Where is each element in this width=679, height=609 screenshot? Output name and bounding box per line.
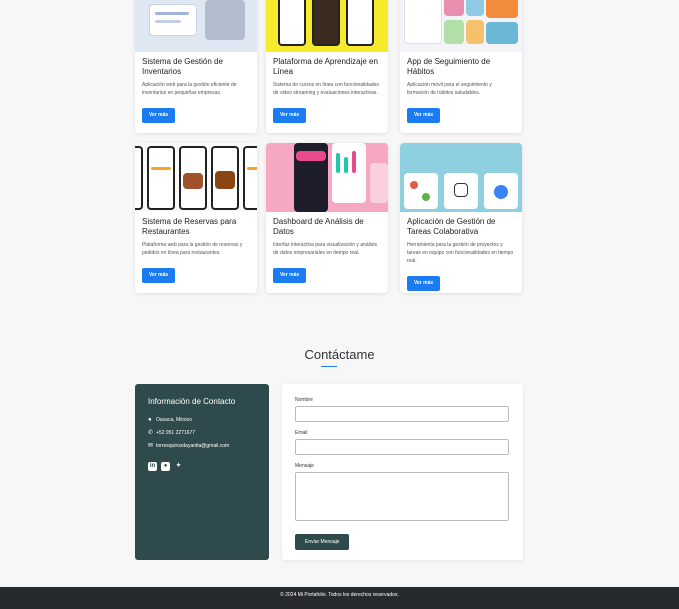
- footer-copyright: © 2024 Mi Portafolio. Todos los derechos…: [280, 592, 399, 598]
- project-thumbnail: [135, 143, 257, 212]
- name-label: Nombre: [295, 397, 313, 403]
- project-card: Dashboard de Análisis de Datos Interfaz …: [266, 143, 388, 293]
- email-field[interactable]: [295, 439, 509, 455]
- view-more-button[interactable]: Ver más: [142, 108, 176, 123]
- contact-email: ✉ torresquirozdayanita@gmail.com: [148, 439, 256, 452]
- project-thumbnail: [400, 143, 522, 212]
- project-title: App de Seguimiento de Hábitos: [407, 57, 491, 76]
- project-card: Sistema de Reservas para Restaurantes Pl…: [135, 143, 257, 293]
- phone-icon: ✆: [148, 430, 154, 436]
- project-card: Plataforma de Aprendizaje en Línea Siste…: [266, 0, 388, 133]
- location-text: Oaxaca, México: [156, 416, 192, 423]
- contact-location: ● Oaxaca, México: [148, 413, 256, 426]
- project-thumbnail: [266, 143, 388, 212]
- project-thumbnail: [266, 0, 388, 52]
- contact-phone: ✆ +52 951 2271677: [148, 426, 256, 439]
- send-message-button[interactable]: Enviar Mensaje: [295, 534, 350, 550]
- github-icon[interactable]: ●: [161, 462, 170, 471]
- message-label: Mensaje: [295, 463, 314, 469]
- project-thumbnail: [400, 0, 522, 52]
- project-title: Aplicación de Gestión de Tareas Colabora…: [407, 217, 496, 236]
- project-description: Herramienta para la gestión de proyectos…: [407, 242, 514, 264]
- project-thumbnail: [135, 0, 257, 52]
- contact-section-title: Contáctame: [304, 347, 375, 362]
- project-card: Sistema de Gestión de Inventarios Aplica…: [135, 0, 257, 133]
- footer: © 2024 Mi Portafolio. Todos los derechos…: [0, 587, 679, 609]
- contact-info-title: Información de Contacto: [148, 397, 236, 406]
- project-title: Sistema de Reservas para Restaurantes: [142, 217, 237, 236]
- email-text: torresquirozdayanita@gmail.com: [156, 442, 230, 449]
- linkedin-icon[interactable]: in: [148, 462, 157, 471]
- project-card: Aplicación de Gestión de Tareas Colabora…: [400, 143, 522, 293]
- view-more-button[interactable]: Ver más: [273, 268, 307, 283]
- email-label: Email: [295, 430, 308, 436]
- contact-info-panel: Información de Contacto ● Oaxaca, México…: [135, 384, 269, 560]
- view-more-button[interactable]: Ver más: [407, 108, 441, 123]
- project-title: Plataforma de Aprendizaje en Línea: [273, 57, 378, 76]
- phone-text: +52 951 2271677: [156, 429, 196, 436]
- project-card: App de Seguimiento de Hábitos Aplicación…: [400, 0, 522, 133]
- project-title: Sistema de Gestión de Inventarios: [142, 57, 223, 76]
- project-description: Aplicación web para la gestión eficiente…: [142, 82, 237, 96]
- social-links: in ● ✦: [148, 462, 256, 471]
- project-description: Aplicación móvil para el seguimiento y f…: [407, 82, 492, 96]
- envelope-icon: ✉: [148, 443, 154, 449]
- project-description: Sistema de cursos en línea con funcional…: [273, 82, 379, 96]
- contact-form: Nombre Email Mensaje Enviar Mensaje: [282, 384, 523, 560]
- twitter-icon[interactable]: ✦: [174, 462, 183, 471]
- view-more-button[interactable]: Ver más: [273, 108, 307, 123]
- project-description: Plataforma web para la gestión de reserv…: [142, 242, 243, 256]
- view-more-button[interactable]: Ver más: [142, 268, 176, 283]
- project-description: Interfaz interactiva para visualización …: [273, 242, 377, 256]
- message-field[interactable]: [295, 472, 509, 521]
- title-underline: [321, 366, 337, 367]
- project-title: Dashboard de Análisis de Datos: [273, 217, 364, 236]
- map-pin-icon: ●: [148, 416, 152, 423]
- view-more-button[interactable]: Ver más: [407, 276, 441, 291]
- name-field[interactable]: [295, 406, 509, 422]
